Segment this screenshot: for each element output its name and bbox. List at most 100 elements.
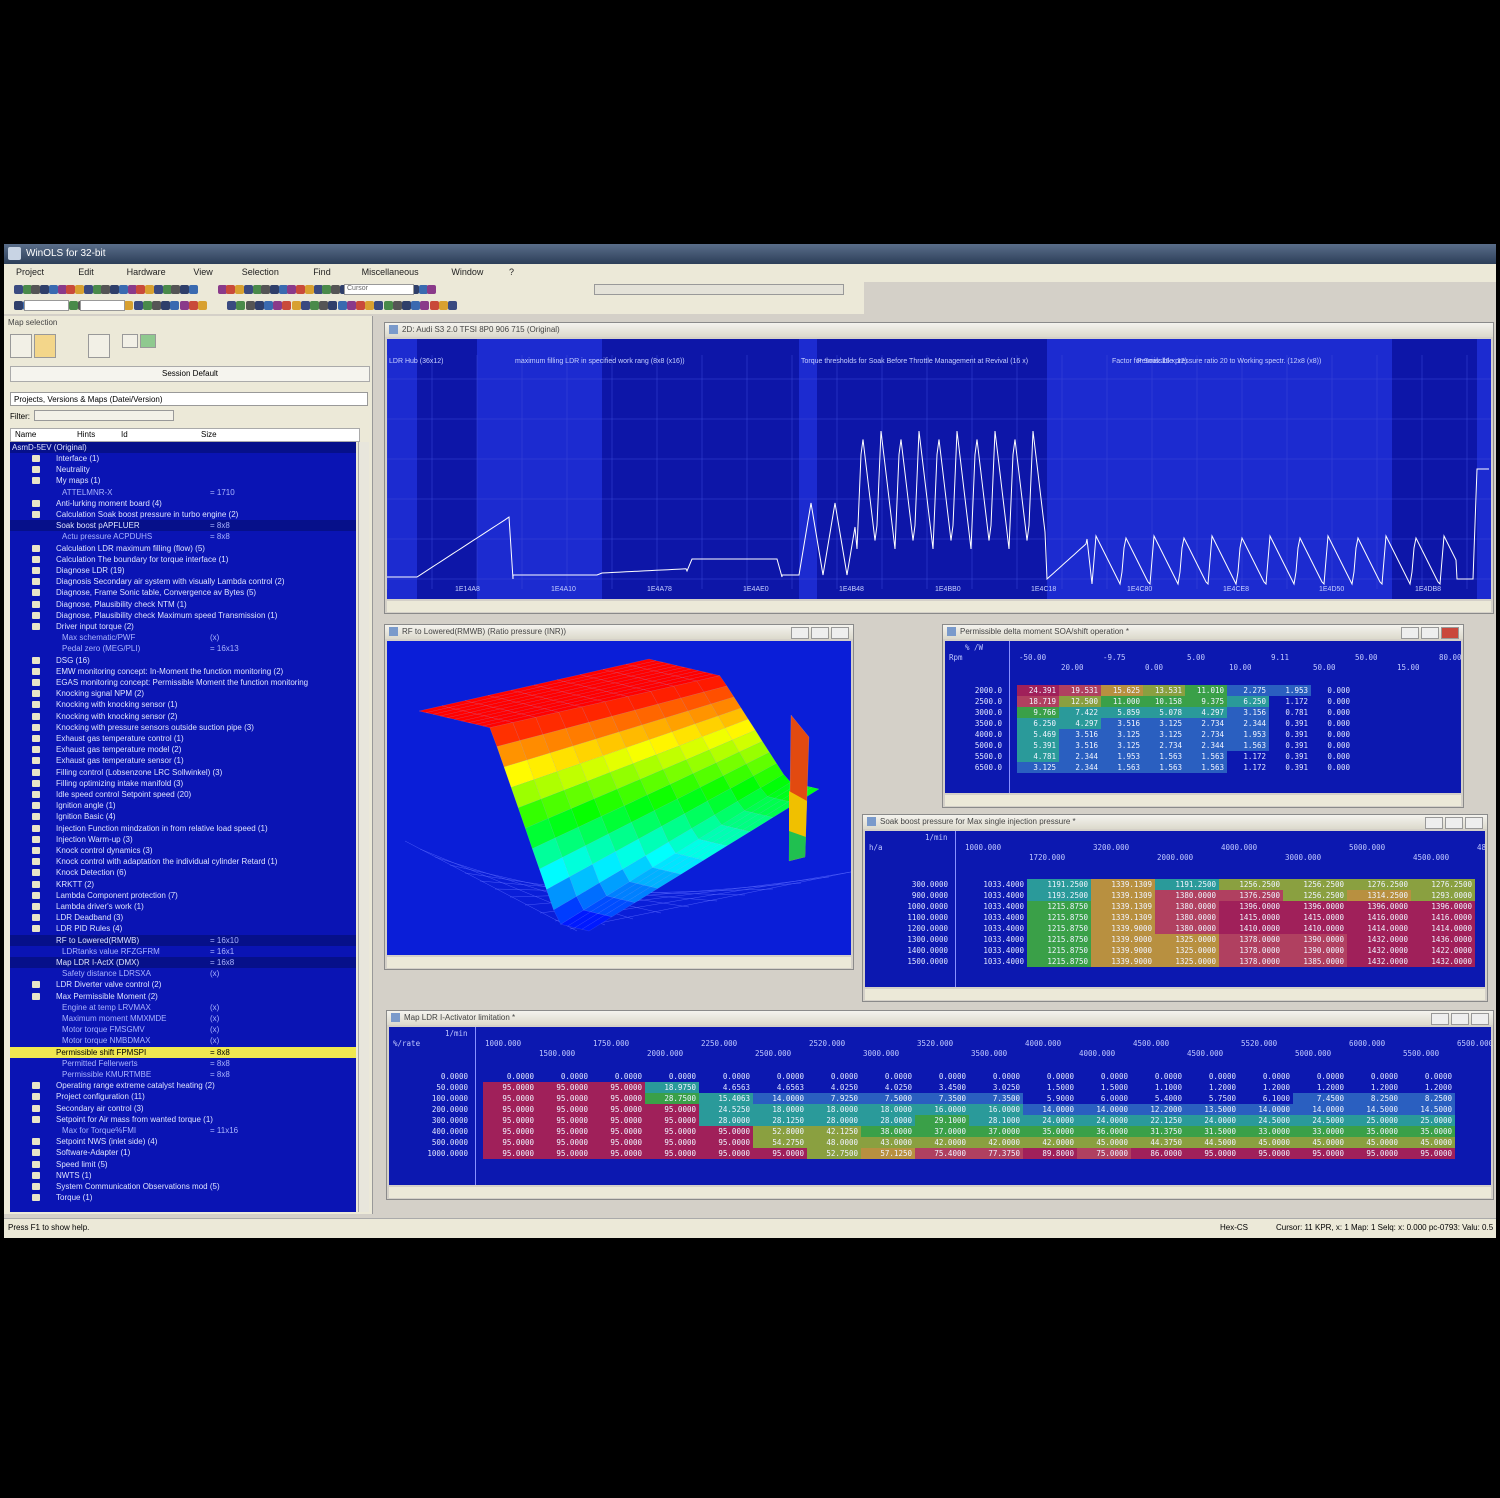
map-cell[interactable]: 11.000: [1101, 696, 1143, 707]
close-button[interactable]: [1441, 627, 1459, 639]
tree-item[interactable]: Ignition angle (1): [10, 800, 356, 811]
map-cell[interactable]: 0.000: [1311, 729, 1353, 740]
minimize-button[interactable]: [1431, 1013, 1449, 1025]
map-cell[interactable]: 95.0000: [483, 1126, 537, 1137]
toolbar-icon-0-14[interactable]: [136, 285, 146, 294]
toolbar-icon-1-27[interactable]: [282, 301, 292, 310]
map-cell[interactable]: 0.391: [1269, 729, 1311, 740]
toolbar-icon-1-21[interactable]: [227, 301, 237, 310]
map-cell[interactable]: 1416.0000: [1347, 912, 1411, 923]
map-cell[interactable]: 24.5000: [1239, 1115, 1293, 1126]
tree-item[interactable]: Interface (1): [10, 453, 356, 464]
map-cell[interactable]: 7.3500: [915, 1093, 969, 1104]
menu-item-8[interactable]: ?: [509, 267, 514, 277]
tree-item[interactable]: Idle speed control Setpoint speed (20): [10, 789, 356, 800]
map-cell[interactable]: 45.0000: [1239, 1137, 1293, 1148]
toolbar-icon-1-36[interactable]: [365, 301, 375, 310]
3d-view-titlebar[interactable]: RF to Lowered(RMWB) (Ratio pressure (INR…: [385, 625, 853, 639]
tree-item[interactable]: Secondary air control (3): [10, 1103, 356, 1114]
session-default-button[interactable]: Session Default: [10, 366, 370, 382]
map-cell[interactable]: 95.0000: [591, 1137, 645, 1148]
toolbar-icon-0-26[interactable]: [261, 285, 271, 294]
map-cell[interactable]: 0.391: [1269, 751, 1311, 762]
toolbar-icon-0-2[interactable]: [31, 285, 41, 294]
map-cell[interactable]: 2.344: [1227, 718, 1269, 729]
print-button[interactable]: [88, 334, 110, 358]
map-cell[interactable]: 4.297: [1185, 707, 1227, 718]
map-cell[interactable]: 95.0000: [591, 1104, 645, 1115]
toolbar-icon-1-35[interactable]: [356, 301, 365, 310]
map-cell[interactable]: 0.0000: [1023, 1071, 1077, 1082]
tree-item[interactable]: Diagnose LDR (19): [10, 565, 356, 576]
map-cell[interactable]: 95.0000: [753, 1148, 807, 1159]
tree-item[interactable]: Ignition Basic (4): [10, 811, 356, 822]
toolbar-icon-1-32[interactable]: [328, 301, 338, 310]
map-cell[interactable]: 18.0000: [861, 1104, 915, 1115]
map-cell[interactable]: 45.0000: [1401, 1137, 1455, 1148]
map-cell[interactable]: 1.563: [1143, 751, 1185, 762]
toolbar-icon-0-45[interactable]: [427, 285, 437, 294]
map-cell[interactable]: 1033.4000: [963, 912, 1027, 923]
map-cell[interactable]: 24.391: [1017, 685, 1059, 696]
hex-graph-plot[interactable]: LDR Hub (36x12) maximum filling LDR in sp…: [387, 339, 1491, 599]
map-cell[interactable]: 95.0000: [645, 1148, 699, 1159]
tree-item[interactable]: DSG (16): [10, 655, 356, 666]
map-cell[interactable]: 95.0000: [591, 1093, 645, 1104]
tree-item[interactable]: Driver input torque (2): [10, 621, 356, 632]
map-cell[interactable]: 95.0000: [537, 1082, 591, 1093]
tree-item[interactable]: Filling control (Lobsenzone LRC Sollwink…: [10, 767, 356, 778]
minimize-button[interactable]: [791, 627, 809, 639]
map-cell[interactable]: 1.172: [1227, 751, 1269, 762]
map-cell[interactable]: 1415.0000: [1283, 912, 1347, 923]
map-cell[interactable]: 10.158: [1143, 696, 1185, 707]
map-cell[interactable]: 1033.4000: [963, 901, 1027, 912]
view-toggle-button[interactable]: [122, 334, 138, 348]
map-cell[interactable]: 95.0000: [645, 1104, 699, 1115]
tree-item[interactable]: Diagnose, Plausibility check NTM (1): [10, 599, 356, 610]
map-cell[interactable]: 95.0000: [699, 1126, 753, 1137]
map-cell[interactable]: 95.0000: [1293, 1148, 1347, 1159]
project-combo[interactable]: Projects, Versions & Maps (Datei/Version…: [10, 392, 368, 406]
map-cell[interactable]: 1.563: [1101, 762, 1143, 773]
new-project-button[interactable]: [10, 334, 32, 358]
map-cell[interactable]: 75.0000: [1077, 1148, 1131, 1159]
map-cell[interactable]: 42.0000: [1023, 1137, 1077, 1148]
map-cell[interactable]: 14.5000: [1347, 1104, 1401, 1115]
toolbar-icon-1-30[interactable]: [310, 301, 319, 310]
map-cell[interactable]: 1191.2500: [1027, 879, 1091, 890]
map-cell[interactable]: 1.2000: [1239, 1082, 1293, 1093]
map-cell[interactable]: 0.0000: [1239, 1071, 1293, 1082]
map-cell[interactable]: 1.953: [1269, 685, 1311, 696]
map-cell[interactable]: 1256.2500: [1283, 890, 1347, 901]
tree-item[interactable]: LDRtanks value RFZGFRM = 16x1: [10, 946, 356, 957]
tree-item[interactable]: Project configuration (11): [10, 1091, 356, 1102]
map-cell[interactable]: 1396.0000: [1283, 901, 1347, 912]
map-cell[interactable]: 14.0000: [1023, 1104, 1077, 1115]
map-cell[interactable]: 95.0000: [1401, 1148, 1455, 1159]
tree-item[interactable]: Permitted Fellerwerts = 8x8: [10, 1058, 356, 1069]
toolbar-icon-0-33[interactable]: [322, 285, 332, 294]
map-cell[interactable]: 42.0000: [969, 1137, 1023, 1148]
map-cell[interactable]: 5.078: [1143, 707, 1185, 718]
map-value-table[interactable]: 2000.0 24.391 19.531 15.625 13.531 11.010 2.27…: [947, 685, 1353, 773]
map-cell[interactable]: 1396.0000: [1411, 901, 1475, 912]
map-cell[interactable]: 1215.8750: [1027, 901, 1091, 912]
toolbar-icon-0-3[interactable]: [40, 285, 50, 294]
toolbar-icon-1-17[interactable]: [170, 301, 180, 310]
map-value-table[interactable]: 300.0000 1033.4000 1191.2500 1339.1309 1191.…: [867, 879, 1475, 967]
toolbar-icon-0-7[interactable]: [75, 285, 85, 294]
map-cell[interactable]: 1033.4000: [963, 956, 1027, 967]
map-cell[interactable]: 7.9250: [807, 1093, 861, 1104]
tree-item[interactable]: ATTELMNR-X = 1710: [10, 487, 356, 498]
toolbar-icon-0-13[interactable]: [127, 285, 137, 294]
map-cell[interactable]: 3.125: [1017, 762, 1059, 773]
map-cell[interactable]: 1215.8750: [1027, 934, 1091, 945]
tree-item[interactable]: Calculation Soak boost pressure in turbo…: [10, 509, 356, 520]
map-cell[interactable]: 1.953: [1101, 751, 1143, 762]
map-cell[interactable]: 1339.1309: [1091, 879, 1155, 890]
map-cell[interactable]: 1.953: [1227, 729, 1269, 740]
toolbar-icon-0-24[interactable]: [243, 285, 253, 294]
map-cell[interactable]: 95.0000: [591, 1148, 645, 1159]
tree-item[interactable]: Diagnosis Secondary air system with visu…: [10, 576, 356, 587]
delta-moment-grid[interactable]: % /W Rpm -50.00 -9.75 5.00 9.11 50.00 80.00 20.0…: [945, 641, 1461, 793]
